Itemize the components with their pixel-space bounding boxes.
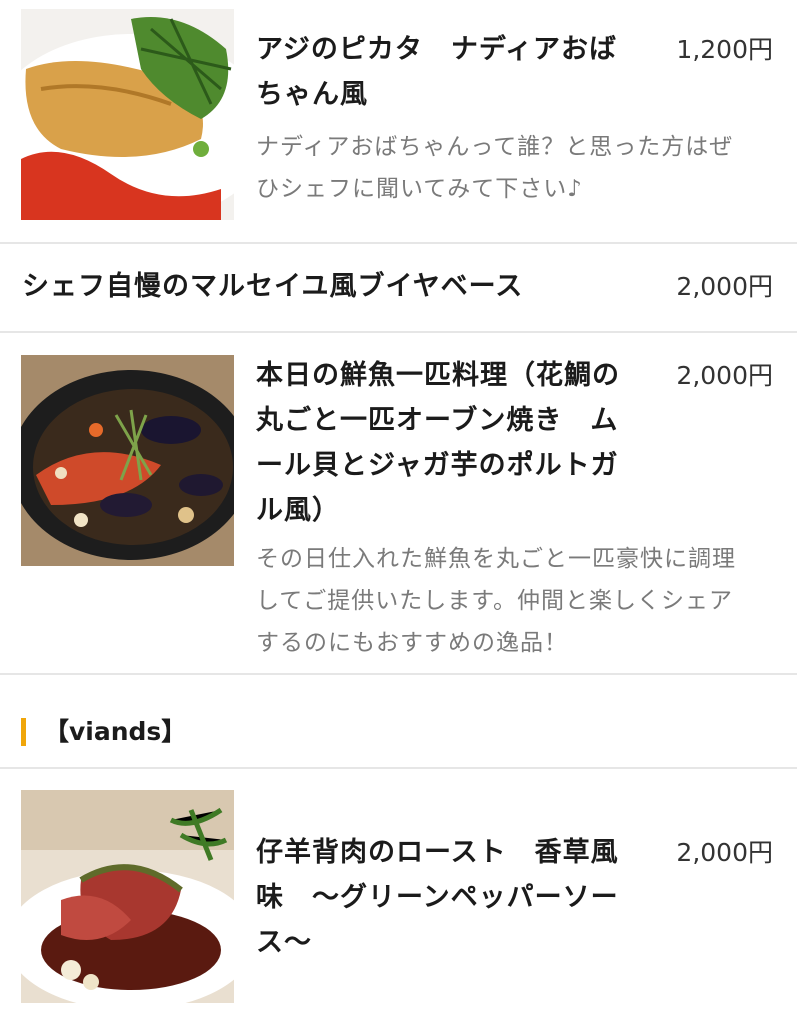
item-description-line: その日仕入れた鮮魚を丸ごと一匹豪快に調理	[256, 546, 736, 572]
fish-piccata-photo	[21, 9, 234, 220]
whole-fish-pan-photo	[21, 355, 234, 566]
section-header-viands: 【viands】	[0, 712, 797, 752]
item-name: シェフ自慢のマルセイユ風ブイヤベース	[22, 271, 524, 302]
item-name-line: アジのピカタ ナディアおば	[256, 34, 618, 65]
menu-item-roast-lamb[interactable]: 仔羊背肉のロースト 香草風 味 〜グリーンペッパーソー ス〜 2,000円	[0, 769, 797, 1024]
item-description-line: ナディアおばちゃんって誰？と思った方はぜ	[256, 134, 734, 160]
item-name-line: 本日の鮮魚一匹料理（花鯛の	[256, 360, 620, 391]
item-price: 2,000円	[676, 361, 773, 390]
menu-item-aji-piccata[interactable]: アジのピカタ ナディアおば ちゃん風 1,200円 ナディアおばちゃんって誰？と…	[0, 0, 797, 243]
item-price: 2,000円	[676, 272, 773, 301]
menu-item-whole-fish[interactable]: 本日の鮮魚一匹料理（花鯛の 丸ごと一匹オーブン焼き ム ール貝とジャガ芋のポルト…	[0, 333, 797, 673]
item-description-line: するのにもおすすめの逸品！	[256, 630, 568, 656]
roast-lamb-photo	[21, 790, 234, 1003]
item-name: 仔羊背肉のロースト 香草風 味 〜グリーンペッパーソー ス〜	[256, 830, 648, 965]
item-description: ナディアおばちゃんって誰？と思った方はぜ ひシェフに聞いてみて下さい♪	[256, 126, 776, 210]
item-name-line: ル風）	[256, 495, 340, 526]
item-name-line: ス〜	[256, 927, 312, 958]
item-description-line: してご提供いたします。仲間と楽しくシェア	[256, 588, 734, 614]
item-name-line: ちゃん風	[256, 79, 368, 110]
item-name-line: 仔羊背肉のロースト 香草風	[256, 837, 619, 868]
item-name: アジのピカタ ナディアおば ちゃん風	[256, 27, 648, 117]
section-title: 【viands】	[44, 717, 187, 746]
item-name-line: 丸ごと一匹オーブン焼き ム	[256, 405, 619, 436]
item-name-line: 味 〜グリーンペッパーソー	[256, 882, 619, 913]
item-price: 1,200円	[676, 35, 773, 64]
item-description-line: ひシェフに聞いてみて下さい♪	[256, 176, 583, 202]
menu-item-bouillabaisse[interactable]: シェフ自慢のマルセイユ風ブイヤベース 2,000円	[0, 244, 797, 332]
divider	[0, 673, 797, 675]
item-price: 2,000円	[676, 838, 773, 867]
item-name-line: ール貝とジャガ芋のポルトガ	[256, 450, 619, 481]
item-name: 本日の鮮魚一匹料理（花鯛の 丸ごと一匹オーブン焼き ム ール貝とジャガ芋のポルト…	[256, 353, 648, 533]
section-accent-bar	[21, 718, 26, 746]
item-description: その日仕入れた鮮魚を丸ごと一匹豪快に調理 してご提供いたします。仲間と楽しくシェ…	[256, 538, 776, 664]
